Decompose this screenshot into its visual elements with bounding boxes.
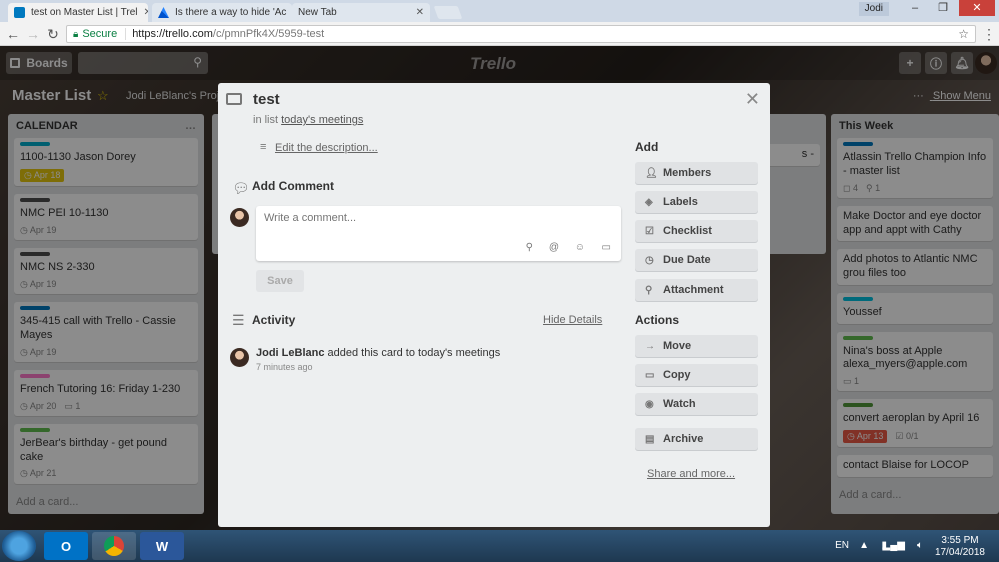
attachment-icon[interactable]: ⚲ bbox=[526, 242, 533, 253]
clock-icon: ◷ bbox=[645, 254, 654, 266]
tray-arrow-icon[interactable]: ▲ bbox=[859, 540, 869, 551]
tab-title: test on Master List | Trel bbox=[31, 7, 138, 18]
paperclip-icon: ⚲ bbox=[645, 284, 653, 296]
move-button[interactable]: → Move bbox=[635, 335, 758, 357]
arrow-right-icon: → bbox=[645, 340, 655, 352]
outlook-icon[interactable]: O bbox=[44, 532, 88, 560]
forward-icon[interactable]: → bbox=[25, 26, 41, 42]
card-icon bbox=[226, 93, 242, 105]
edit-description-link[interactable]: Edit the description... bbox=[275, 142, 378, 154]
copy-button[interactable]: ▭ Copy bbox=[635, 364, 758, 386]
button-label: Copy bbox=[663, 369, 691, 381]
browser-tab-atlassian[interactable]: Is there a way to hide 'Ac ✕ bbox=[152, 3, 292, 22]
in-list-prefix: in list bbox=[253, 114, 279, 126]
hide-details-link[interactable]: Hide Details bbox=[543, 314, 602, 326]
secure-indicator[interactable]: 🔒︎ Secure bbox=[73, 28, 127, 40]
browser-tab-trello[interactable]: test on Master List | Trel ✕ bbox=[8, 3, 148, 22]
avatar[interactable] bbox=[230, 348, 249, 367]
comment-box[interactable]: ⚲ @ ☺ ▭ bbox=[256, 206, 621, 261]
attachment-button[interactable]: ⚲ Attachment bbox=[635, 279, 758, 301]
url-path: /c/pmnPfk4X/5959-test bbox=[212, 28, 325, 40]
avatar[interactable] bbox=[230, 208, 249, 227]
card-title[interactable]: test bbox=[253, 91, 280, 108]
description-icon: ≡ bbox=[260, 141, 267, 153]
emoji-icon[interactable]: ☺ bbox=[575, 242, 585, 253]
activity-user[interactable]: Jodi LeBlanc bbox=[256, 347, 324, 359]
activity-heading: Activity bbox=[252, 313, 296, 327]
browser-tab-new[interactable]: New Tab ✕ bbox=[292, 3, 430, 22]
labels-button[interactable]: ◈ Labels bbox=[635, 191, 758, 213]
activity-icon: ☰ bbox=[232, 312, 245, 328]
due-date-button[interactable]: ◷ Due Date bbox=[635, 249, 758, 271]
menu-icon[interactable]: ⋮ bbox=[981, 26, 997, 42]
tab-title: New Tab bbox=[298, 7, 337, 18]
atlassian-favicon-icon bbox=[158, 7, 169, 18]
activity-time[interactable]: 7 minutes ago bbox=[256, 362, 313, 372]
new-tab-button[interactable] bbox=[433, 6, 463, 19]
archive-button[interactable]: ▤ Archive bbox=[635, 428, 758, 450]
button-label: Due Date bbox=[663, 254, 711, 266]
chrome-icon[interactable] bbox=[92, 532, 136, 560]
activity-action: added this card to today's meetings bbox=[327, 347, 501, 359]
button-label: Labels bbox=[663, 196, 698, 208]
save-button[interactable]: Save bbox=[256, 270, 304, 292]
activity-entry: Jodi LeBlanc added this card to today's … bbox=[256, 347, 500, 359]
comment-icon: 💬︎ bbox=[232, 180, 250, 196]
list-name-link[interactable]: today's meetings bbox=[281, 114, 363, 126]
button-label: Watch bbox=[663, 398, 696, 410]
eye-icon: ◉ bbox=[645, 398, 654, 410]
add-heading: Add bbox=[635, 140, 659, 154]
watch-button[interactable]: ◉ Watch bbox=[635, 393, 758, 415]
button-label: Members bbox=[663, 167, 712, 179]
system-clock[interactable]: 3:55 PM 17/04/2018 bbox=[935, 535, 985, 559]
trello-app: Boards ⚲ Trello + ⓘ 🔔︎ Master List ☆ Jod… bbox=[0, 46, 999, 530]
signal-icon[interactable]: ▂▄▆ bbox=[883, 540, 905, 551]
card-detail-modal: test ✕ in list today's meetings ≡ Edit t… bbox=[218, 83, 770, 527]
language-indicator[interactable]: EN bbox=[835, 540, 849, 551]
browser-tab-strip: test on Master List | Trel ✕ Is there a … bbox=[0, 0, 999, 22]
tag-icon: ◈ bbox=[645, 196, 653, 208]
address-bar[interactable]: 🔒︎ Secure https://trello.com /c/pmnPfk4X… bbox=[66, 25, 976, 43]
clock-date: 17/04/2018 bbox=[934, 547, 985, 558]
secure-label: Secure bbox=[82, 28, 118, 40]
windows-taskbar: O W EN ▲ ▮ ▂▄▆ 🔈︎ 3:55 PM 17/04/2018 bbox=[0, 530, 999, 562]
button-label: Attachment bbox=[663, 284, 724, 296]
back-icon[interactable]: ← bbox=[5, 26, 21, 42]
person-icon: 👤︎ bbox=[645, 167, 658, 179]
browser-toolbar: ← → ↻ 🔒︎ Secure https://trello.com /c/pm… bbox=[0, 22, 999, 46]
reload-icon[interactable]: ↻ bbox=[45, 26, 61, 42]
volume-icon[interactable]: 🔈︎ bbox=[917, 540, 923, 551]
lock-icon: 🔒︎ bbox=[73, 28, 79, 40]
add-comment-heading: Add Comment bbox=[252, 179, 334, 193]
button-label: Archive bbox=[663, 433, 704, 445]
url-host: https://trello.com bbox=[132, 28, 213, 40]
bookmark-star-icon[interactable]: ☆ bbox=[958, 27, 969, 41]
trello-favicon-icon bbox=[14, 7, 25, 18]
word-icon[interactable]: W bbox=[140, 532, 184, 560]
checkbox-icon: ☑ bbox=[645, 225, 654, 237]
archive-icon: ▤ bbox=[645, 433, 655, 445]
card-link-icon[interactable]: ▭ bbox=[602, 242, 611, 253]
minimize-icon[interactable]: – bbox=[903, 0, 927, 16]
copy-icon: ▭ bbox=[645, 369, 655, 381]
share-and-more-link[interactable]: Share and more... bbox=[647, 468, 735, 480]
close-tab-icon[interactable]: ✕ bbox=[138, 7, 148, 18]
maximize-icon[interactable]: ❐ bbox=[931, 0, 955, 16]
button-label: Checklist bbox=[663, 225, 712, 237]
close-tab-icon[interactable]: ✕ bbox=[410, 7, 424, 18]
button-label: Move bbox=[663, 340, 692, 352]
profile-chip[interactable]: Jodi bbox=[858, 2, 889, 16]
members-button[interactable]: 👤︎ Members bbox=[635, 162, 758, 184]
start-button[interactable] bbox=[2, 531, 36, 561]
checklist-button[interactable]: ☑ Checklist bbox=[635, 220, 758, 242]
comment-input[interactable] bbox=[264, 212, 564, 224]
clock-time: 3:55 PM bbox=[941, 535, 979, 546]
close-icon[interactable]: ✕ bbox=[745, 89, 760, 110]
actions-heading: Actions bbox=[635, 313, 680, 327]
close-window-icon[interactable]: ✕ bbox=[959, 0, 995, 16]
tab-title: Is there a way to hide 'Ac bbox=[175, 7, 287, 18]
mention-icon[interactable]: @ bbox=[549, 242, 559, 253]
in-list-info: in list today's meetings bbox=[253, 114, 363, 126]
